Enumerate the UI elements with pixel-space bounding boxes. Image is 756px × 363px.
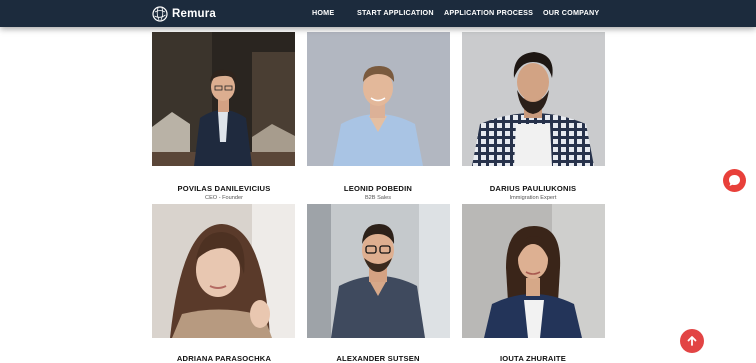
nav-application-process-link[interactable]: APPLICATION PROCESS — [444, 8, 533, 17]
chat-bubble-icon — [729, 175, 740, 186]
team-name-leonid: LEONID POBEDIN — [343, 184, 413, 193]
nav-our-company-link[interactable]: OUR COMPANY — [543, 8, 599, 17]
scroll-to-top-button[interactable] — [680, 329, 704, 353]
team-name-povilas: POVILAS DANILEVICIUS — [177, 184, 271, 193]
top-navigation-bar: Remura HOME START APPLICATION APPLICATIO… — [0, 0, 756, 27]
globe-logo-icon — [152, 5, 168, 22]
brand-logo[interactable]: Remura — [152, 4, 216, 23]
chat-button[interactable] — [723, 169, 746, 192]
team-role-povilas: CEO - Founder — [205, 195, 243, 201]
nav-start-application-link[interactable]: START APPLICATION — [357, 8, 434, 17]
team-name-darius: DARIUS PAULIUKONIS — [489, 184, 577, 193]
brand-name: Remura — [172, 7, 217, 20]
nav-home-link[interactable]: HOME — [312, 8, 334, 17]
team-photo-adriana — [152, 204, 295, 338]
arrow-up-icon — [687, 336, 697, 346]
team-photo-leonid — [307, 32, 450, 166]
team-photo-alexander — [307, 204, 450, 338]
team-photo-iouta — [462, 204, 605, 338]
team-role-darius: Immigration Expert — [509, 195, 557, 201]
team-photo-darius — [462, 32, 605, 166]
team-photo-povilas — [152, 32, 295, 166]
team-role-leonid: B2B Sales — [364, 195, 392, 201]
